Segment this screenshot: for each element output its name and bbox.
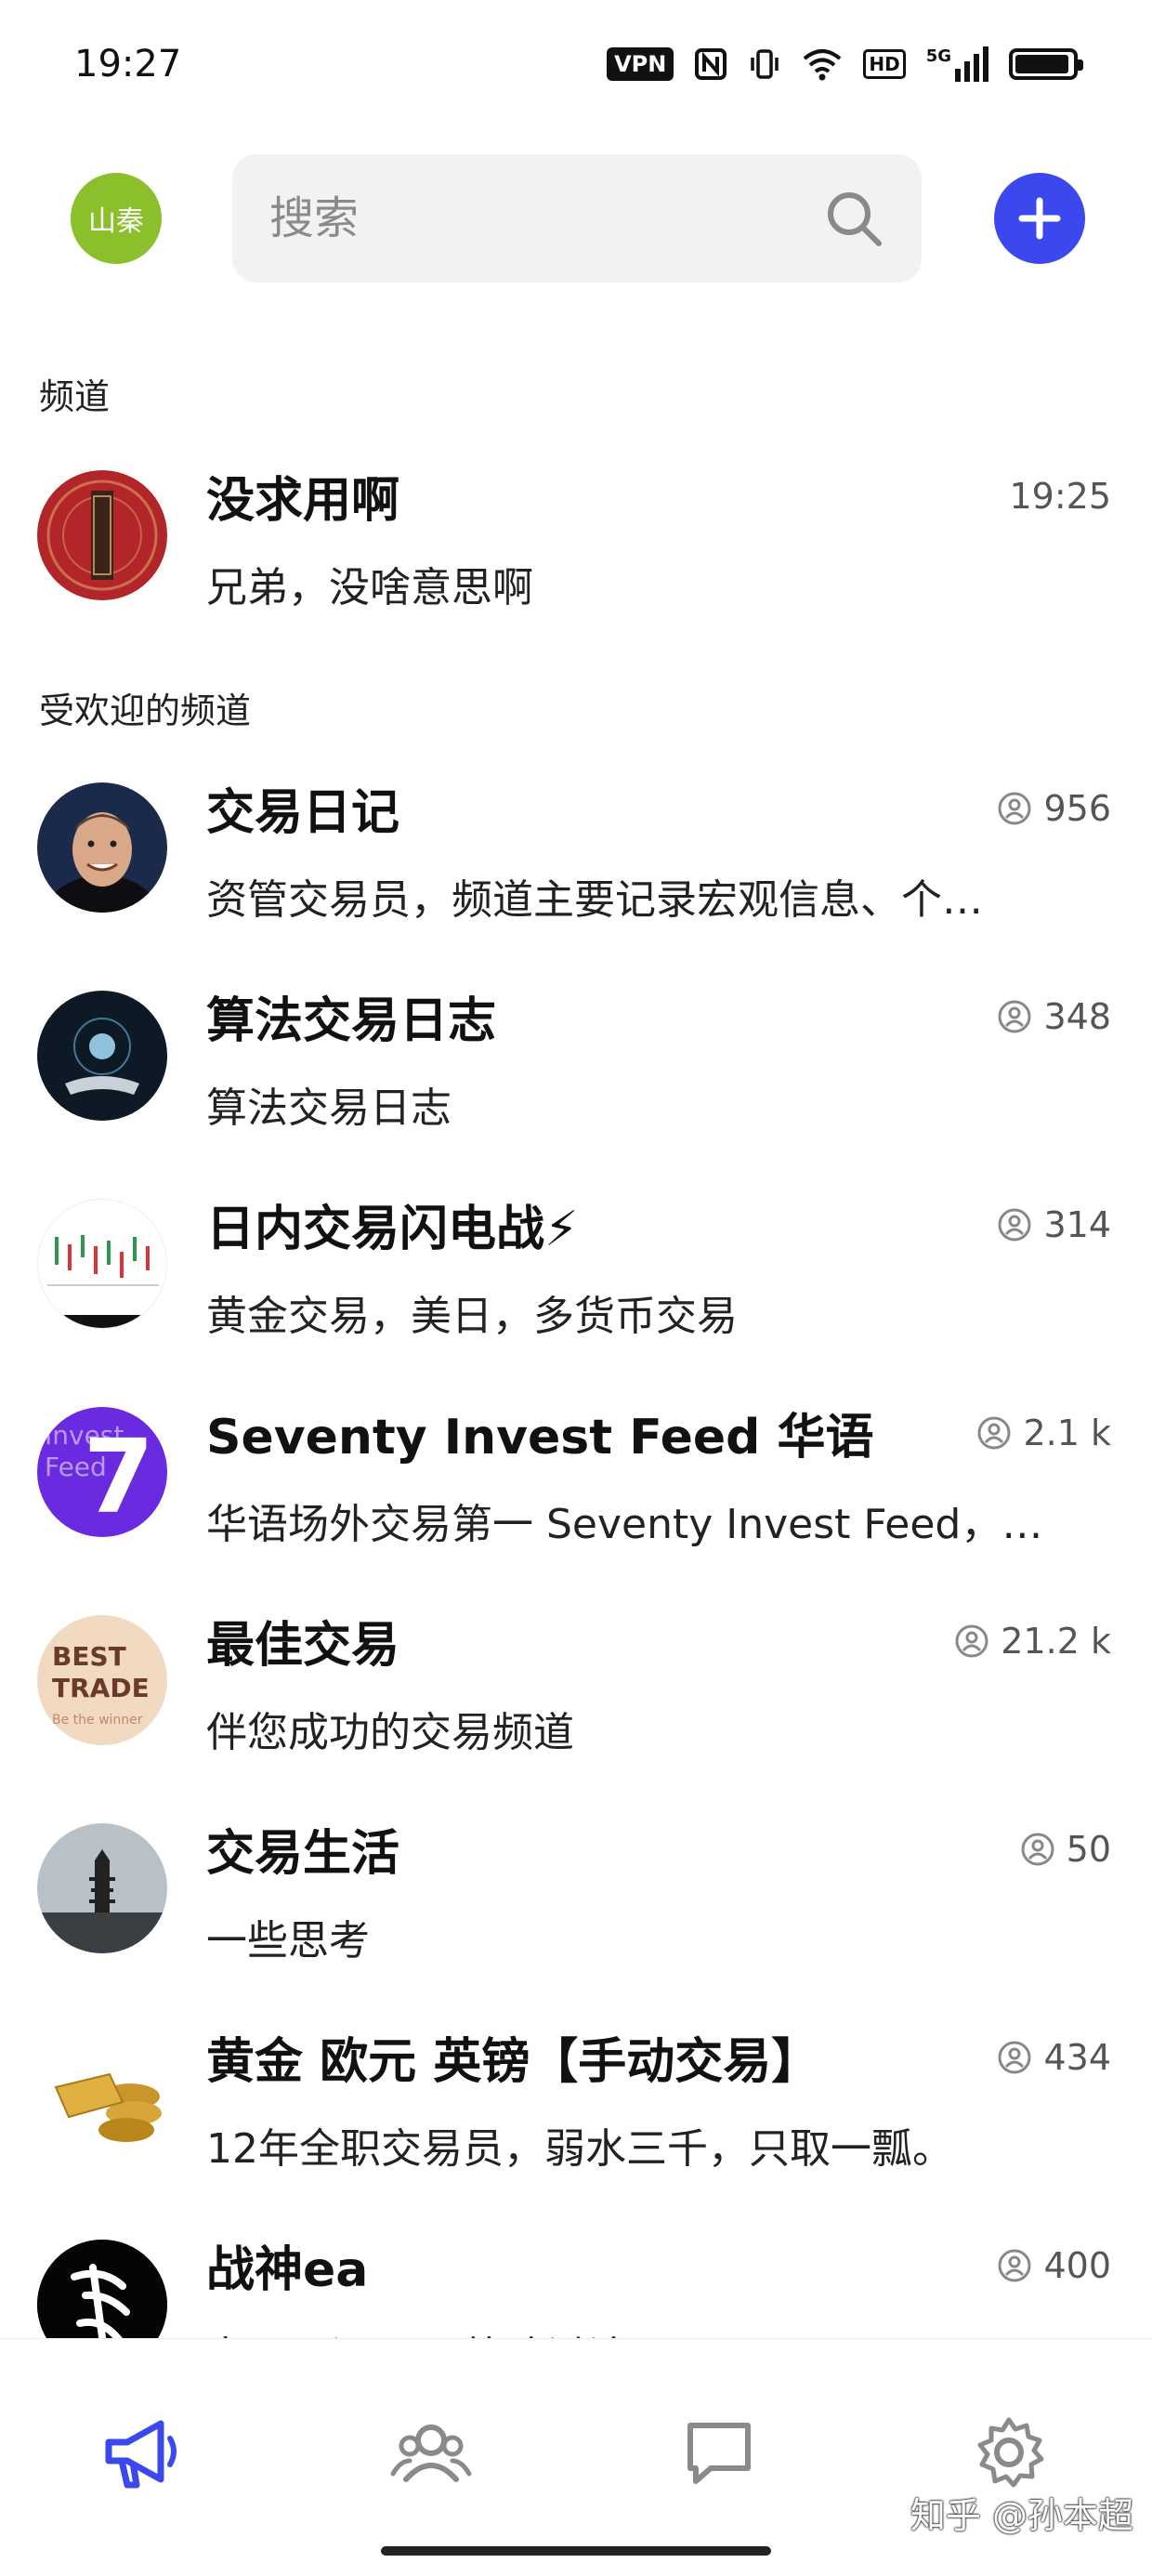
member-count: 50 (1020, 1829, 1111, 1870)
nav-channels[interactable] (95, 2406, 188, 2499)
channel-description: 华语场外交易第一 Seventy Invest Feed，… (206, 1501, 1043, 1548)
channel-description: 伴您成功的交易频道 (206, 1709, 574, 1756)
network-type: 5G (925, 46, 951, 66)
member-count: 314 (997, 1204, 1111, 1245)
popular-channel-row[interactable]: Invest Feed 7 Seventy Invest Feed 华语 华语场… (0, 1407, 1152, 1613)
popular-channel-row[interactable]: 交易生活 一些思考 50 (0, 1823, 1152, 2030)
user-avatar-text: 山秦 (88, 205, 144, 238)
vibrate-icon (751, 49, 779, 79)
channel-title: 日内交易闪电战⚡ (206, 1202, 579, 1257)
members-icon (1021, 1833, 1054, 1866)
search-input[interactable] (269, 154, 827, 283)
member-count: 21.2 k (954, 1621, 1111, 1662)
channel-time-text: 19:25 (1009, 476, 1111, 517)
channel-title: 算法交易日志 (206, 993, 497, 1049)
popular-channel-row[interactable]: 日内交易闪电战⚡ 黄金交易，美日，多货币交易 314 (0, 1199, 1152, 1405)
battery-fill (1015, 55, 1068, 73)
channel-title: 战神ea (206, 2242, 369, 2298)
settings-gear-icon (977, 2417, 1044, 2488)
search-icon[interactable] (823, 188, 884, 249)
popular-channel-row[interactable]: 算法交易日志 算法交易日志 348 (0, 991, 1152, 1197)
member-count-text: 348 (1043, 996, 1111, 1037)
members-icon (998, 2041, 1031, 2074)
channel-title: 黄金 欧元 英镑【手动交易】 (206, 2034, 820, 2090)
nav-settings[interactable] (962, 2406, 1055, 2499)
channel-row[interactable]: 没求用啊 兄弟，没啥意思啊 19:25 (0, 470, 1152, 677)
hd-badge: HD (863, 49, 906, 79)
channel-time: 19:25 (1009, 476, 1111, 517)
popular-channel-row[interactable]: BEST TRADE Be the winner 最佳交易 伴您成功的交易频道 … (0, 1615, 1152, 1821)
channel-description: 黄金交易，美日，多货币交易 (206, 1293, 738, 1340)
channel-description: 一些思考 (206, 1917, 370, 1965)
member-count-text: 21.2 k (1001, 1621, 1111, 1662)
member-count: 956 (997, 788, 1111, 829)
status-bar: 19:27 VPN HD 5G (0, 0, 1152, 139)
add-button[interactable] (994, 173, 1085, 264)
members-icon (955, 1624, 988, 1658)
status-time: 19:27 (74, 43, 182, 85)
wifi-icon (804, 49, 842, 81)
user-avatar[interactable]: 山秦 (71, 173, 162, 264)
members-icon (998, 1208, 1031, 1242)
avatar-logo-text: TRADE (52, 1673, 150, 1703)
channel-avatar: Invest Feed 7 (37, 1407, 167, 1537)
channel-title: 交易日记 (206, 785, 400, 841)
chat-icon (687, 2423, 751, 2484)
popular-channel-row[interactable]: 黄金 欧元 英镑【手动交易】 12年全职交易员，弱水三千，只取一瓢。 434 (0, 2031, 1152, 2238)
channel-avatar (37, 470, 167, 600)
avatar-logo-text: BEST (52, 1641, 126, 1672)
members-icon (998, 2249, 1031, 2282)
channel-title: 没求用啊 (206, 473, 400, 529)
5g-signal-icon: 5G (926, 46, 988, 82)
watermark: 知乎 @孙本超 (910, 2495, 1133, 2536)
channel-avatar (37, 782, 167, 913)
member-count-text: 956 (1043, 788, 1111, 829)
vpn-badge: VPN (607, 47, 674, 81)
channel-last-message: 兄弟，没啥意思啊 (206, 564, 533, 611)
section-popular-label: 受欢迎的频道 (39, 690, 252, 731)
member-count: 348 (997, 996, 1111, 1037)
plus-icon (1018, 197, 1061, 240)
avatar-logo-text: Be the winner (52, 1713, 143, 1728)
channel-avatar: BEST TRADE Be the winner (37, 1615, 167, 1745)
channel-description: 算法交易日志 (206, 1084, 452, 1132)
channel-title: 最佳交易 (206, 1618, 400, 1674)
channel-description: 资管交易员，频道主要记录宏观信息、个… (206, 876, 983, 924)
members-icon (998, 792, 1031, 825)
nav-chats[interactable] (673, 2406, 766, 2499)
battery-icon (1009, 48, 1083, 80)
member-count-text: 400 (1043, 2245, 1111, 2286)
member-count: 2.1 k (976, 1413, 1111, 1453)
popular-channel-row[interactable]: 交易日记 资管交易员，频道主要记录宏观信息、个… 956 (0, 782, 1152, 989)
channel-avatar (37, 1199, 167, 1329)
search-bar[interactable] (232, 154, 922, 283)
home-indicator[interactable] (381, 2546, 771, 2556)
section-channels-label: 频道 (39, 376, 111, 417)
contacts-icon (390, 2425, 472, 2482)
channel-avatar (37, 991, 167, 1121)
channel-description: 12年全职交易员，弱水三千，只取一瓢。 (206, 2125, 953, 2173)
nfc-icon (695, 48, 727, 80)
members-icon (977, 1416, 1011, 1450)
status-icons: VPN HD 5G (607, 46, 1083, 82)
member-count-text: 434 (1043, 2037, 1111, 2078)
channel-avatar (37, 2031, 167, 2162)
member-count-text: 2.1 k (1023, 1413, 1111, 1453)
nav-contacts[interactable] (385, 2406, 478, 2499)
member-count-text: 314 (1043, 1204, 1111, 1245)
channels-megaphone-icon (105, 2420, 177, 2489)
channel-title: 交易生活 (206, 1826, 400, 1882)
channel-avatar (37, 1823, 167, 1953)
avatar-logo-digit: 7 (83, 1417, 154, 1536)
members-icon (998, 1000, 1031, 1033)
bottom-nav (0, 2338, 1152, 2576)
member-count: 434 (997, 2037, 1111, 2078)
member-count: 400 (997, 2245, 1111, 2286)
member-count-text: 50 (1066, 1829, 1111, 1870)
channel-title: Seventy Invest Feed 华语 (206, 1410, 874, 1465)
